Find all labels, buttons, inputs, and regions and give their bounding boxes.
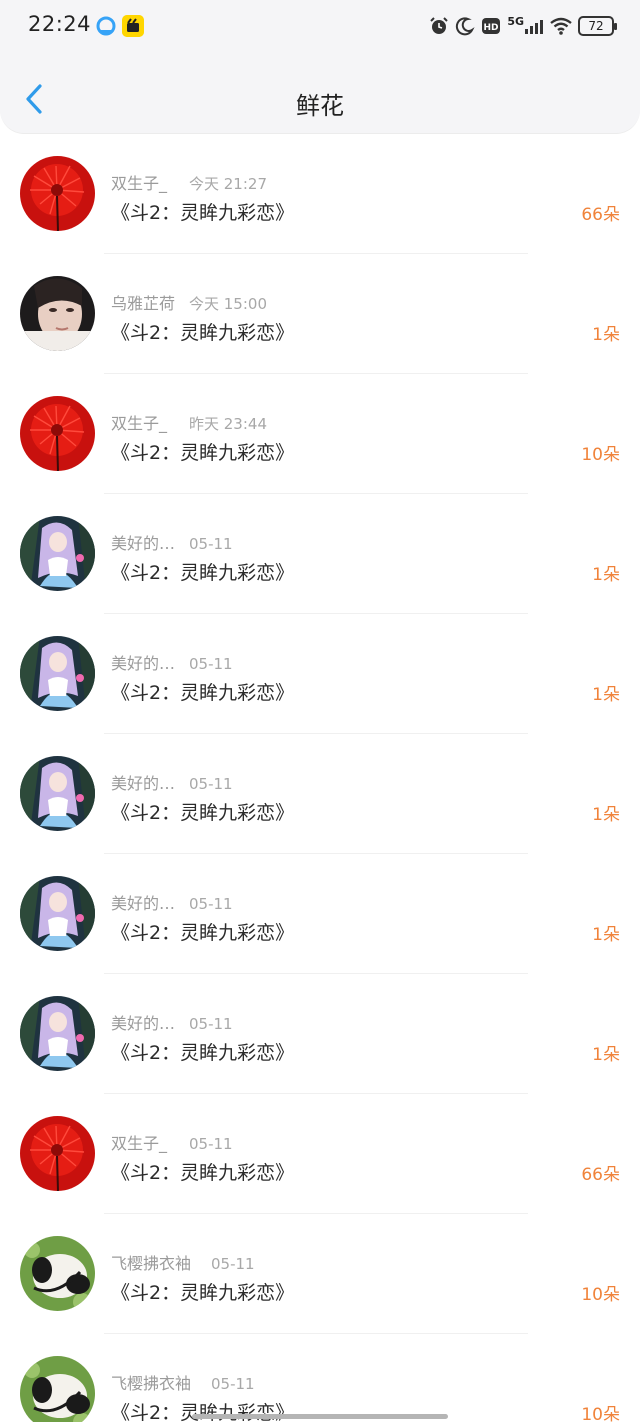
book-title[interactable]: 《斗2：灵眸九彩恋》 <box>111 558 294 585</box>
sender-name[interactable]: 美好的… <box>111 770 189 794</box>
avatar[interactable] <box>20 636 95 711</box>
status-bar: 22:24 HD 5G 72 <box>0 0 640 54</box>
sender-name[interactable]: 双生子_ <box>111 1130 189 1154</box>
item-meta: 乌雅芷荷 今天 15:00 <box>111 290 267 314</box>
sender-name[interactable]: 飞樱拂衣袖 <box>111 1370 211 1394</box>
item-meta: 飞樱拂衣袖 05-11 <box>111 1370 255 1394</box>
signal-icon <box>525 20 543 34</box>
list-item[interactable]: 乌雅芷荷 今天 15:00 《斗2：灵眸九彩恋》 1朵 <box>0 254 640 374</box>
send-time: 05-11 <box>211 1255 255 1273</box>
moon-icon <box>456 17 475 36</box>
flower-count: 1朵 <box>592 925 620 945</box>
sender-name[interactable]: 美好的… <box>111 890 189 914</box>
list-item[interactable]: 双生子_ 05-11 《斗2：灵眸九彩恋》 66朵 <box>0 1094 640 1214</box>
alarm-icon <box>430 17 449 34</box>
sender-name[interactable]: 美好的… <box>111 650 189 674</box>
flower-count: 10朵 <box>581 445 620 465</box>
item-meta: 飞樱拂衣袖 05-11 <box>111 1250 255 1274</box>
network-type: 5G <box>507 14 524 28</box>
list-item[interactable]: 飞樱拂衣袖 05-11 《斗2：灵眸九彩恋》 10朵 <box>0 1334 640 1422</box>
wifi-icon <box>550 17 572 35</box>
flower-count: 1朵 <box>592 685 620 705</box>
list-item[interactable]: 美好的… 05-11 《斗2：灵眸九彩恋》 1朵 <box>0 614 640 734</box>
book-title[interactable]: 《斗2：灵眸九彩恋》 <box>111 1278 294 1305</box>
avatar[interactable] <box>20 1236 95 1311</box>
avatar[interactable] <box>20 156 95 231</box>
flower-count: 1朵 <box>592 325 620 345</box>
send-time: 05-11 <box>189 655 233 673</box>
sender-name[interactable]: 飞樱拂衣袖 <box>111 1250 211 1274</box>
send-time: 05-11 <box>189 895 233 913</box>
page-title: 鲜花 <box>296 92 344 120</box>
book-title[interactable]: 《斗2：灵眸九彩恋》 <box>111 318 294 345</box>
item-meta: 美好的… 05-11 <box>111 650 233 674</box>
avatar[interactable] <box>20 996 95 1071</box>
avatar[interactable] <box>20 396 95 471</box>
item-meta: 美好的… 05-11 <box>111 1010 233 1034</box>
avatar[interactable] <box>20 1356 95 1422</box>
flower-list: 双生子_ 今天 21:27 《斗2：灵眸九彩恋》 66朵 乌雅芷荷 今天 15:00 《斗… <box>0 134 640 1422</box>
list-item[interactable]: 美好的… 05-11 《斗2：灵眸九彩恋》 1朵 <box>0 854 640 974</box>
sender-name[interactable]: 美好的… <box>111 1010 189 1034</box>
flower-count: 1朵 <box>592 565 620 585</box>
sender-name[interactable]: 乌雅芷荷 <box>111 290 189 314</box>
sender-name[interactable]: 双生子_ <box>111 170 189 194</box>
avatar[interactable] <box>20 876 95 951</box>
avatar[interactable] <box>20 756 95 831</box>
send-time: 05-11 <box>189 1015 233 1033</box>
video-app-icon <box>122 15 144 37</box>
avatar[interactable] <box>20 276 95 351</box>
item-meta: 双生子_ 05-11 <box>111 1130 233 1154</box>
battery-icon: 72 <box>578 16 617 36</box>
item-meta: 双生子_ 昨天 23:44 <box>111 410 267 434</box>
app-header: 22:24 HD 5G 72 鲜花 <box>0 0 640 134</box>
flower-count: 1朵 <box>592 805 620 825</box>
status-time: 22:24 <box>28 12 92 36</box>
item-meta: 美好的… 05-11 <box>111 530 233 554</box>
flower-count: 10朵 <box>581 1405 620 1422</box>
status-icons: HD 5G 72 <box>429 14 617 38</box>
book-title[interactable]: 《斗2：灵眸九彩恋》 <box>111 918 294 945</box>
list-item[interactable]: 美好的… 05-11 《斗2：灵眸九彩恋》 1朵 <box>0 494 640 614</box>
nav-bar: 鲜花 <box>0 60 640 134</box>
avatar[interactable] <box>20 1116 95 1191</box>
list-item[interactable]: 美好的… 05-11 《斗2：灵眸九彩恋》 1朵 <box>0 734 640 854</box>
list-item[interactable]: 双生子_ 昨天 23:44 《斗2：灵眸九彩恋》 10朵 <box>0 374 640 494</box>
sender-name[interactable]: 美好的… <box>111 530 189 554</box>
home-indicator[interactable] <box>192 1414 448 1419</box>
item-meta: 美好的… 05-11 <box>111 890 233 914</box>
list-item[interactable]: 飞樱拂衣袖 05-11 《斗2：灵眸九彩恋》 10朵 <box>0 1214 640 1334</box>
send-time: 05-11 <box>211 1375 255 1393</box>
send-time: 今天 21:27 <box>189 175 267 193</box>
svg-text:HD: HD <box>484 23 499 33</box>
send-time: 05-11 <box>189 535 233 553</box>
book-title[interactable]: 《斗2：灵眸九彩恋》 <box>111 1158 294 1185</box>
flower-count: 1朵 <box>592 1045 620 1065</box>
hd-icon: HD <box>482 18 501 34</box>
list-item[interactable]: 双生子_ 今天 21:27 《斗2：灵眸九彩恋》 66朵 <box>0 134 640 254</box>
book-title[interactable]: 《斗2：灵眸九彩恋》 <box>111 438 294 465</box>
item-meta: 美好的… 05-11 <box>111 770 233 794</box>
flower-count: 66朵 <box>581 1165 620 1185</box>
battery-level: 72 <box>588 19 604 33</box>
avatar[interactable] <box>20 516 95 591</box>
list-item[interactable]: 美好的… 05-11 《斗2：灵眸九彩恋》 1朵 <box>0 974 640 1094</box>
flower-count: 66朵 <box>581 205 620 225</box>
send-time: 05-11 <box>189 775 233 793</box>
send-time: 05-11 <box>189 1135 233 1153</box>
flower-count: 10朵 <box>581 1285 620 1305</box>
send-time: 今天 15:00 <box>189 295 267 313</box>
sender-name[interactable]: 双生子_ <box>111 410 189 434</box>
send-time: 昨天 23:44 <box>189 415 267 433</box>
book-title[interactable]: 《斗2：灵眸九彩恋》 <box>111 798 294 825</box>
book-title[interactable]: 《斗2：灵眸九彩恋》 <box>111 198 294 225</box>
qq-browser-icon <box>96 16 116 36</box>
item-meta: 双生子_ 今天 21:27 <box>111 170 267 194</box>
book-title[interactable]: 《斗2：灵眸九彩恋》 <box>111 1038 294 1065</box>
book-title[interactable]: 《斗2：灵眸九彩恋》 <box>111 678 294 705</box>
